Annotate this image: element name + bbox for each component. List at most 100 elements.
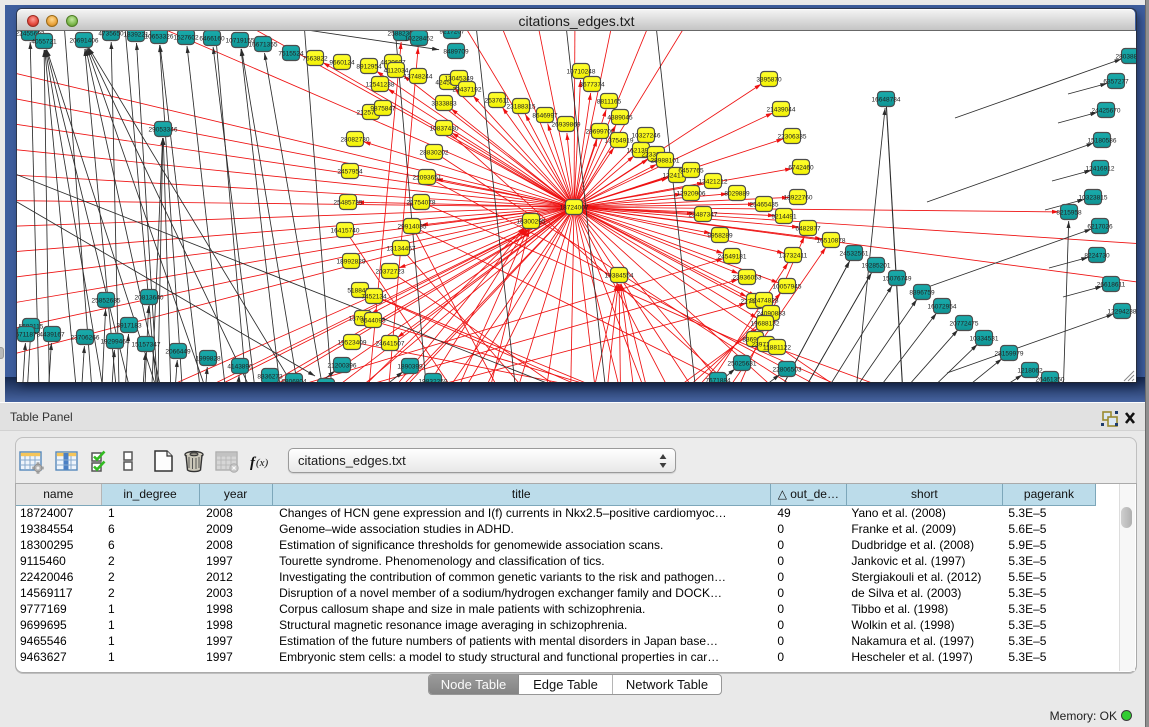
svg-text:3333883: 3333883 xyxy=(431,101,457,108)
svg-text:1527602: 1527602 xyxy=(173,35,199,42)
svg-text:22806503: 22806503 xyxy=(773,367,802,374)
svg-text:12541238: 12541238 xyxy=(366,82,395,89)
svg-text:3917183: 3917183 xyxy=(116,323,142,330)
svg-text:4143890: 4143890 xyxy=(227,364,253,371)
svg-text:29053346: 29053346 xyxy=(149,127,178,134)
svg-text:25711873: 25711873 xyxy=(17,332,41,339)
svg-text:25852685: 25852685 xyxy=(92,298,121,305)
svg-text:4735650: 4735650 xyxy=(98,31,124,38)
svg-text:18300295: 18300295 xyxy=(517,219,546,226)
svg-text:15076749: 15076749 xyxy=(883,276,912,283)
svg-text:6482877: 6482877 xyxy=(795,226,821,233)
svg-text:25465435: 25465435 xyxy=(750,202,779,209)
svg-text:26461350: 26461350 xyxy=(1036,377,1065,383)
svg-text:9875847: 9875847 xyxy=(370,106,396,113)
svg-text:8224730: 8224730 xyxy=(1084,253,1110,260)
svg-text:12920906: 12920906 xyxy=(677,191,706,198)
svg-text:10327246: 10327246 xyxy=(632,133,661,140)
svg-text:12294238: 12294238 xyxy=(1108,309,1136,316)
svg-text:16072954: 16072954 xyxy=(928,304,957,311)
svg-text:8029889: 8029889 xyxy=(724,191,750,198)
svg-text:20691406: 20691406 xyxy=(70,38,99,45)
svg-text:1999828: 1999828 xyxy=(195,356,221,363)
svg-text:9217207: 9217207 xyxy=(439,31,465,36)
svg-text:8215958: 8215958 xyxy=(1056,210,1082,217)
svg-text:13754919: 13754919 xyxy=(605,138,634,145)
svg-text:22306335: 22306335 xyxy=(778,134,807,141)
svg-text:19688132: 19688132 xyxy=(751,321,780,328)
svg-text:13732411: 13732411 xyxy=(779,253,808,260)
svg-text:21439044: 21439044 xyxy=(767,107,796,114)
svg-text:9958289: 9958289 xyxy=(707,233,733,240)
svg-text:10228452: 10228452 xyxy=(405,36,434,43)
svg-text:3644095: 3644095 xyxy=(360,318,386,325)
svg-text:29437192: 29437192 xyxy=(453,87,482,94)
svg-text:10323815: 10323815 xyxy=(1079,195,1108,202)
svg-text:23188315: 23188315 xyxy=(507,104,536,111)
svg-text:23936053: 23936053 xyxy=(733,275,762,282)
svg-text:15157347: 15157347 xyxy=(132,342,161,349)
svg-text:10837430: 10837430 xyxy=(430,126,459,133)
svg-text:8336273: 8336273 xyxy=(257,374,283,381)
svg-text:6742460: 6742460 xyxy=(788,165,814,172)
svg-text:13134457: 13134457 xyxy=(387,246,416,253)
svg-text:9660124: 9660124 xyxy=(329,60,355,67)
svg-text:3677374: 3677374 xyxy=(579,82,605,89)
svg-text:6357277: 6357277 xyxy=(1103,79,1129,86)
svg-text:20813640: 20813640 xyxy=(135,295,164,302)
svg-text:20772475: 20772475 xyxy=(950,321,979,328)
svg-text:26618611: 26618611 xyxy=(1097,282,1126,289)
svg-text:2066449: 2066449 xyxy=(165,349,191,356)
svg-text:24641507: 24641507 xyxy=(376,341,405,348)
svg-text:16510878: 16510878 xyxy=(817,238,846,245)
svg-text:7515524: 7515524 xyxy=(278,51,304,58)
svg-text:6457765: 6457765 xyxy=(678,168,704,175)
svg-text:20372723: 20372723 xyxy=(376,269,405,276)
svg-text:24425670: 24425670 xyxy=(1092,108,1121,115)
svg-text:6466160: 6466160 xyxy=(199,36,225,43)
svg-text:10057945: 10057945 xyxy=(773,284,802,291)
svg-text:19299464: 19299464 xyxy=(101,339,130,346)
svg-text:23706266: 23706266 xyxy=(71,335,100,342)
svg-text:1218062: 1218062 xyxy=(1017,368,1043,375)
svg-text:13421212: 13421212 xyxy=(699,179,728,186)
svg-text:18724007: 18724007 xyxy=(560,205,589,212)
svg-text:16648784: 16648784 xyxy=(872,97,901,104)
svg-text:23487347: 23487347 xyxy=(689,212,718,219)
svg-text:26939869: 26939869 xyxy=(552,122,581,129)
svg-text:6217026: 6217026 xyxy=(1087,224,1113,231)
svg-text:4439167: 4439167 xyxy=(39,332,65,339)
svg-text:29914085: 29914085 xyxy=(398,224,427,231)
svg-text:22093651: 22093651 xyxy=(413,175,442,182)
svg-text:28038807: 28038807 xyxy=(1116,54,1136,61)
svg-text:10710248: 10710248 xyxy=(567,69,596,76)
svg-text:16415740: 16415740 xyxy=(331,228,360,235)
svg-text:10653326: 10653326 xyxy=(145,34,174,41)
svg-text:25485735: 25485735 xyxy=(334,200,363,207)
svg-text:19285201: 19285201 xyxy=(862,263,891,270)
svg-text:28830202: 28830202 xyxy=(420,150,449,157)
svg-text:21754078: 21754078 xyxy=(407,200,436,207)
svg-text:15180586: 15180586 xyxy=(1088,138,1117,145)
svg-text:7671884: 7671884 xyxy=(705,378,731,383)
svg-text:7663822: 7663822 xyxy=(302,56,328,63)
svg-text:8806804: 8806804 xyxy=(281,379,307,383)
svg-text:24532561: 24532561 xyxy=(840,251,869,258)
svg-text:10334531: 10334531 xyxy=(970,336,999,343)
svg-text:18992829: 18992829 xyxy=(337,259,366,266)
svg-text:8489709: 8489709 xyxy=(443,49,469,56)
svg-text:28988101: 28988101 xyxy=(651,158,680,165)
svg-text:4055721: 4055721 xyxy=(31,39,57,46)
svg-text:(x): (x) xyxy=(256,457,269,469)
svg-text:25025631: 25025631 xyxy=(728,361,757,368)
svg-text:28082730: 28082730 xyxy=(341,137,370,144)
svg-text:19523409: 19523409 xyxy=(338,340,367,347)
svg-text:4389045: 4389045 xyxy=(607,115,633,122)
svg-text:7452134: 7452134 xyxy=(361,294,387,301)
svg-text:2457954: 2457954 xyxy=(337,169,363,176)
svg-text:22474828: 22474828 xyxy=(750,298,779,305)
svg-text:18922760: 18922760 xyxy=(784,195,813,202)
svg-text:12416912: 12416912 xyxy=(1086,166,1115,173)
svg-text:3395870: 3395870 xyxy=(756,77,782,84)
svg-text:11881122: 11881122 xyxy=(763,345,791,352)
